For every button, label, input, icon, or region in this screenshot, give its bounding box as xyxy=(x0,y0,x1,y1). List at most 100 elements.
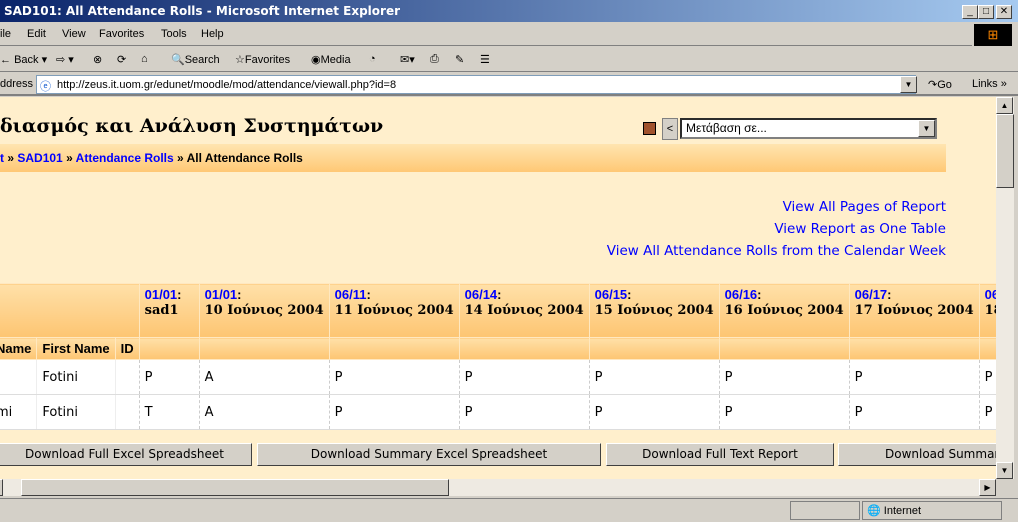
stop-icon[interactable]: ⊗ xyxy=(93,53,102,66)
links-label: Links xyxy=(972,78,998,90)
breadcrumb-course[interactable]: SAD101 xyxy=(17,151,62,165)
refresh-icon[interactable]: ⟳ xyxy=(117,53,126,66)
history-icon[interactable]: ◔ xyxy=(369,53,376,65)
menu-tools[interactable]: Tools xyxy=(161,28,187,40)
ie-page-icon: ⓔ xyxy=(40,81,51,93)
links-button[interactable]: Links » xyxy=(972,78,1007,90)
chevron-down-icon: ▼ xyxy=(918,120,935,137)
vertical-scroll-thumb[interactable] xyxy=(996,114,1014,188)
horizontal-scrollbar[interactable]: ◀ ▶ xyxy=(0,479,996,496)
session-subheader xyxy=(588,337,720,360)
menu-file[interactable]: ile xyxy=(0,28,11,40)
breadcrumb-current: All Attendance Rolls xyxy=(186,151,303,165)
session-date-link[interactable]: 06/15 xyxy=(595,287,628,302)
session-header: 06/15: 15 Ιούνιος 2004 xyxy=(588,283,720,338)
forward-button[interactable]: ⇨ ▾ xyxy=(56,53,74,66)
session-header: 01/01: sad1 xyxy=(138,283,200,338)
session-date-link[interactable]: 01/01 xyxy=(145,287,178,302)
attendance-mark-cell: P xyxy=(138,359,200,395)
maximize-button[interactable]: □ xyxy=(978,5,994,19)
attendance-mark-cell: P xyxy=(848,359,980,395)
session-date-link[interactable]: 06/14 xyxy=(465,287,498,302)
globe-icon: 🌐 xyxy=(867,505,881,517)
download-summary-button[interactable]: Download Summary xyxy=(838,443,996,466)
attendance-mark-cell: P xyxy=(328,394,460,430)
session-title: 15 Ιούνιος 2004 xyxy=(594,303,714,318)
breadcrumb: t » SAD101 » Attendance Rolls » All Atte… xyxy=(0,144,946,172)
scroll-down-icon[interactable]: ▼ xyxy=(996,462,1013,479)
print-icon[interactable]: ⎙ xyxy=(430,53,439,66)
session-subheader xyxy=(718,337,850,360)
media-button[interactable]: ◉Media xyxy=(311,53,351,66)
attendance-mark-cell: P xyxy=(458,359,590,395)
attendance-mark-cell: P xyxy=(978,359,996,395)
session-title: 17 Ιούνιος 2004 xyxy=(854,303,974,318)
session-title: 16 Ιούνιος 2004 xyxy=(724,303,844,318)
address-dropdown[interactable]: ▼ xyxy=(900,76,917,93)
session-date-link[interactable]: 06/16 xyxy=(725,287,758,302)
attendance-mark-cell: A xyxy=(198,394,330,430)
session-header: 01/01: 10 Ιούνιος 2004 xyxy=(198,283,330,338)
attendance-table: 01/01: sad1 01/01: 10 Ιούνιος 2004 06/11: 11 … xyxy=(0,283,996,430)
breadcrumb-sep: » xyxy=(177,151,184,165)
mail-icon[interactable]: ✉▾ xyxy=(400,53,415,66)
first-name-cell: Fotini xyxy=(36,359,116,395)
address-label: ddress xyxy=(0,78,34,90)
download-full-text-button[interactable]: Download Full Text Report xyxy=(606,443,834,466)
jump-to-select[interactable]: Μετάβαση σε... ▼ xyxy=(680,118,937,139)
vertical-scrollbar[interactable]: ▲ ▼ xyxy=(996,97,1014,479)
breadcrumb-module[interactable]: Attendance Rolls xyxy=(76,151,174,165)
favorites-button[interactable]: ☆Favorites xyxy=(235,53,290,66)
discuss-icon[interactable]: ☰ xyxy=(480,53,490,66)
back-label: Back xyxy=(14,54,39,66)
session-header: 06/:18 Ι xyxy=(978,283,996,338)
menu-view[interactable]: View xyxy=(62,28,86,40)
toolbar: ← Back ▾ ⇨ ▾ ⊗ ⟳ ⌂ 🔍Search ☆Favorites ◉M… xyxy=(0,47,1018,72)
column-header: ID xyxy=(114,337,140,360)
session-date-link[interactable]: 06/ xyxy=(985,287,996,302)
id-cell xyxy=(114,394,140,430)
menu-favorites[interactable]: Favorites xyxy=(99,28,144,40)
scroll-right-icon[interactable]: ▶ xyxy=(979,479,996,496)
session-header: 06/14: 14 Ιούνιος 2004 xyxy=(458,283,590,338)
session-header: 06/16: 16 Ιούνιος 2004 xyxy=(718,283,850,338)
view-one-table-link[interactable]: View Report as One Table xyxy=(774,221,946,237)
session-title: 11 Ιούνιος 2004 xyxy=(334,303,454,318)
session-date-link[interactable]: 01/01 xyxy=(205,287,238,302)
close-button[interactable]: ✕ xyxy=(996,5,1012,19)
menu-edit[interactable]: Edit xyxy=(27,28,46,40)
download-full-excel-button[interactable]: Download Full Excel Spreadsheet xyxy=(0,443,252,466)
attendance-mark-cell: P xyxy=(848,394,980,430)
session-date-link[interactable]: 06/17 xyxy=(855,287,888,302)
view-calendar-week-link[interactable]: View All Attendance Rolls from the Calen… xyxy=(607,243,946,259)
report-icon[interactable] xyxy=(643,122,656,135)
column-header: Name xyxy=(0,337,38,360)
scroll-up-icon[interactable]: ▲ xyxy=(996,97,1013,114)
session-title: 14 Ιούνιος 2004 xyxy=(464,303,584,318)
breadcrumb-home[interactable]: t xyxy=(0,151,4,165)
back-button[interactable]: ← Back ▾ xyxy=(0,53,47,66)
attendance-mark-cell: P xyxy=(718,394,850,430)
session-date-link[interactable]: 06/11 xyxy=(335,287,367,302)
status-bar: 🌐 Internet xyxy=(0,498,1018,522)
last-name-cell: i xyxy=(0,359,37,395)
search-label: Search xyxy=(184,54,220,66)
home-icon[interactable]: ⌂ xyxy=(141,53,148,65)
breadcrumb-sep: » xyxy=(7,151,15,165)
id-cell xyxy=(114,359,140,395)
edit-icon[interactable]: ✎ xyxy=(455,53,464,66)
address-input[interactable]: ⓔ http://zeus.it.uom.gr/edunet/moodle/mod… xyxy=(36,75,916,94)
search-button[interactable]: 🔍Search xyxy=(171,53,220,66)
menu-bar: ile Edit View Favorites Tools Help xyxy=(0,23,972,46)
go-button[interactable]: ↷Go xyxy=(928,78,952,91)
prev-button[interactable]: < xyxy=(662,118,678,140)
session-subheader xyxy=(978,337,996,360)
scroll-left-icon[interactable]: ◀ xyxy=(0,479,3,496)
minimize-button[interactable]: _ xyxy=(962,5,978,19)
session-subheader xyxy=(458,337,590,360)
download-summary-excel-button[interactable]: Download Summary Excel Spreadsheet xyxy=(257,443,601,466)
horizontal-scroll-thumb[interactable] xyxy=(21,479,449,496)
go-label: Go xyxy=(937,79,952,91)
menu-help[interactable]: Help xyxy=(201,28,224,40)
view-all-pages-link[interactable]: View All Pages of Report xyxy=(783,199,946,215)
